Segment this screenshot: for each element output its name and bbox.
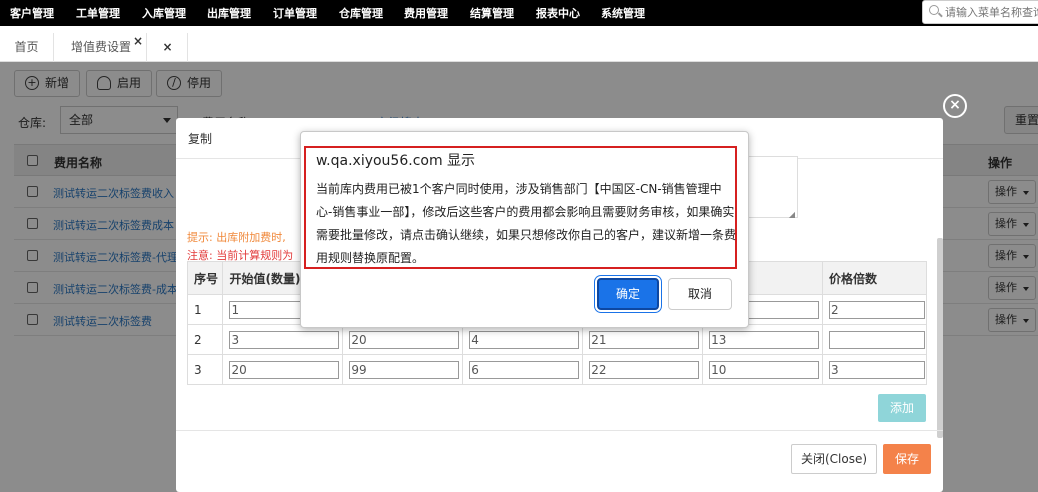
price-multiplier-input[interactable] bbox=[829, 360, 926, 379]
divider bbox=[176, 430, 943, 431]
search-icon bbox=[929, 5, 939, 15]
nav-item-outbound[interactable]: 出库管理 bbox=[207, 5, 251, 21]
col-no: 序号 bbox=[186, 261, 224, 295]
close-all-tabs-icon[interactable]: × bbox=[148, 33, 188, 62]
price-multiplier-input[interactable] bbox=[829, 300, 926, 319]
nav-item-fee[interactable]: 费用管理 bbox=[404, 5, 448, 21]
value-input[interactable] bbox=[469, 360, 580, 379]
tab-fee-settings[interactable]: 增值费设置 × bbox=[55, 33, 147, 62]
add-row-button[interactable]: 添加 bbox=[878, 394, 926, 422]
row-no: 1 bbox=[186, 294, 224, 325]
row-no: 3 bbox=[186, 354, 224, 385]
nav-item-order[interactable]: 订单管理 bbox=[273, 5, 317, 21]
close-button[interactable]: 关闭(Close) bbox=[791, 444, 877, 474]
col-price-multiplier: 价格倍数 bbox=[822, 261, 927, 295]
nav-item-inbound[interactable]: 入库管理 bbox=[142, 5, 186, 21]
modal-title: 复制 bbox=[188, 132, 213, 146]
fee-input[interactable] bbox=[709, 360, 820, 379]
table-row: 3 bbox=[186, 354, 927, 385]
nav-item-report[interactable]: 报表中心 bbox=[536, 5, 580, 21]
tab-fee-label: 增值费设置 bbox=[71, 40, 132, 54]
save-button[interactable]: 保存 bbox=[883, 444, 931, 474]
value-input[interactable] bbox=[349, 360, 460, 379]
value-input[interactable] bbox=[469, 330, 580, 349]
value-input[interactable] bbox=[589, 330, 700, 349]
nav-item-customer[interactable]: 客户管理 bbox=[10, 5, 54, 21]
tab-bar: 首页 增值费设置 × × bbox=[0, 33, 1038, 62]
value-input[interactable] bbox=[349, 330, 460, 349]
nav-item-system[interactable]: 系统管理 bbox=[601, 5, 645, 21]
value-input[interactable] bbox=[589, 360, 700, 379]
confirm-message: 当前库内费用已被1个客户同时使用，涉及销售部门【中国区-CN-销售管理中心-销售… bbox=[316, 182, 737, 265]
confirm-title: w.qa.xiyou56.com 显示 bbox=[316, 153, 476, 169]
menu-search-input[interactable] bbox=[945, 4, 1038, 20]
confirm-ok-button[interactable]: 确定 bbox=[597, 278, 659, 310]
table-row: 2 bbox=[186, 324, 927, 355]
fee-input[interactable] bbox=[709, 330, 820, 349]
nav-item-workorder[interactable]: 工单管理 bbox=[76, 5, 120, 21]
scrollbar[interactable] bbox=[937, 238, 943, 438]
close-icon[interactable]: × bbox=[133, 27, 143, 56]
top-nav: 客户管理 工单管理 入库管理 出库管理 订单管理 仓库管理 费用管理 结算管理 … bbox=[0, 0, 1038, 26]
close-icon[interactable]: × bbox=[943, 94, 967, 118]
tab-home[interactable]: 首页 bbox=[0, 33, 54, 62]
menu-search[interactable] bbox=[922, 0, 1038, 24]
start-value-input[interactable] bbox=[229, 360, 340, 379]
start-value-input[interactable] bbox=[229, 330, 340, 349]
row-no: 2 bbox=[186, 324, 224, 355]
price-multiplier-input[interactable] bbox=[829, 330, 926, 349]
confirm-cancel-button[interactable]: 取消 bbox=[668, 278, 732, 310]
hint-text: 提示: 出库附加费时, bbox=[187, 231, 286, 244]
nav-item-warehouse[interactable]: 仓库管理 bbox=[339, 5, 383, 21]
nav-item-settlement[interactable]: 结算管理 bbox=[470, 5, 514, 21]
resize-grip-icon[interactable]: ◢ bbox=[789, 210, 795, 219]
